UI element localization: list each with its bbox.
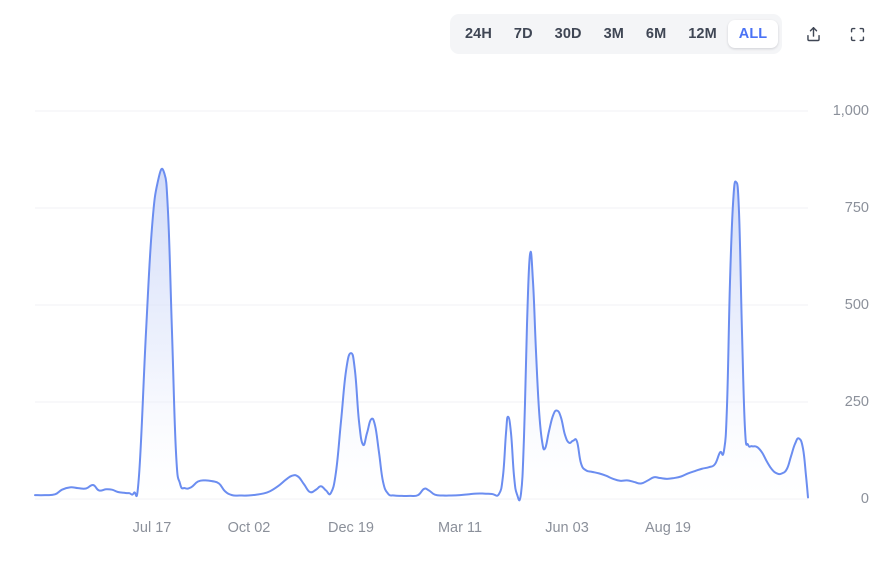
range-button-3m[interactable]: 3M [593,20,635,49]
fullscreen-expand-icon [848,25,867,44]
y-tick-label: 500 [844,297,869,313]
range-button-30d[interactable]: 30D [544,20,593,49]
time-range-selector[interactable]: 24H 7D 30D 3M 6M 12M ALL [450,14,783,54]
x-tick-label: Dec 19 [328,520,374,536]
y-tick-label: 0 [860,491,869,507]
range-button-6m[interactable]: 6M [635,20,677,49]
series-area-fill [35,168,808,501]
share-button[interactable] [798,18,829,50]
range-button-all[interactable]: ALL [727,19,779,49]
x-tick-label: Mar 11 [437,520,483,536]
range-button-24h[interactable]: 24H [454,20,503,49]
chart-toolbar: 24H 7D 30D 3M 6M 12M ALL [450,14,873,54]
fullscreen-button[interactable] [842,18,873,50]
y-tick-label: 1,000 [832,103,869,119]
share-upload-icon [804,25,823,44]
y-tick-label: 250 [844,394,869,410]
chart-plot-area[interactable] [0,90,887,510]
x-tick-label: Jun 03 [545,520,589,536]
range-button-12m[interactable]: 12M [677,20,728,49]
x-tick-label: Oct 02 [227,520,271,536]
x-tick-label: Aug 19 [645,520,691,536]
range-button-7d[interactable]: 7D [503,20,544,49]
area-chart[interactable] [0,90,887,510]
x-tick-label: Jul 17 [132,520,172,536]
y-tick-label: 750 [844,200,869,216]
